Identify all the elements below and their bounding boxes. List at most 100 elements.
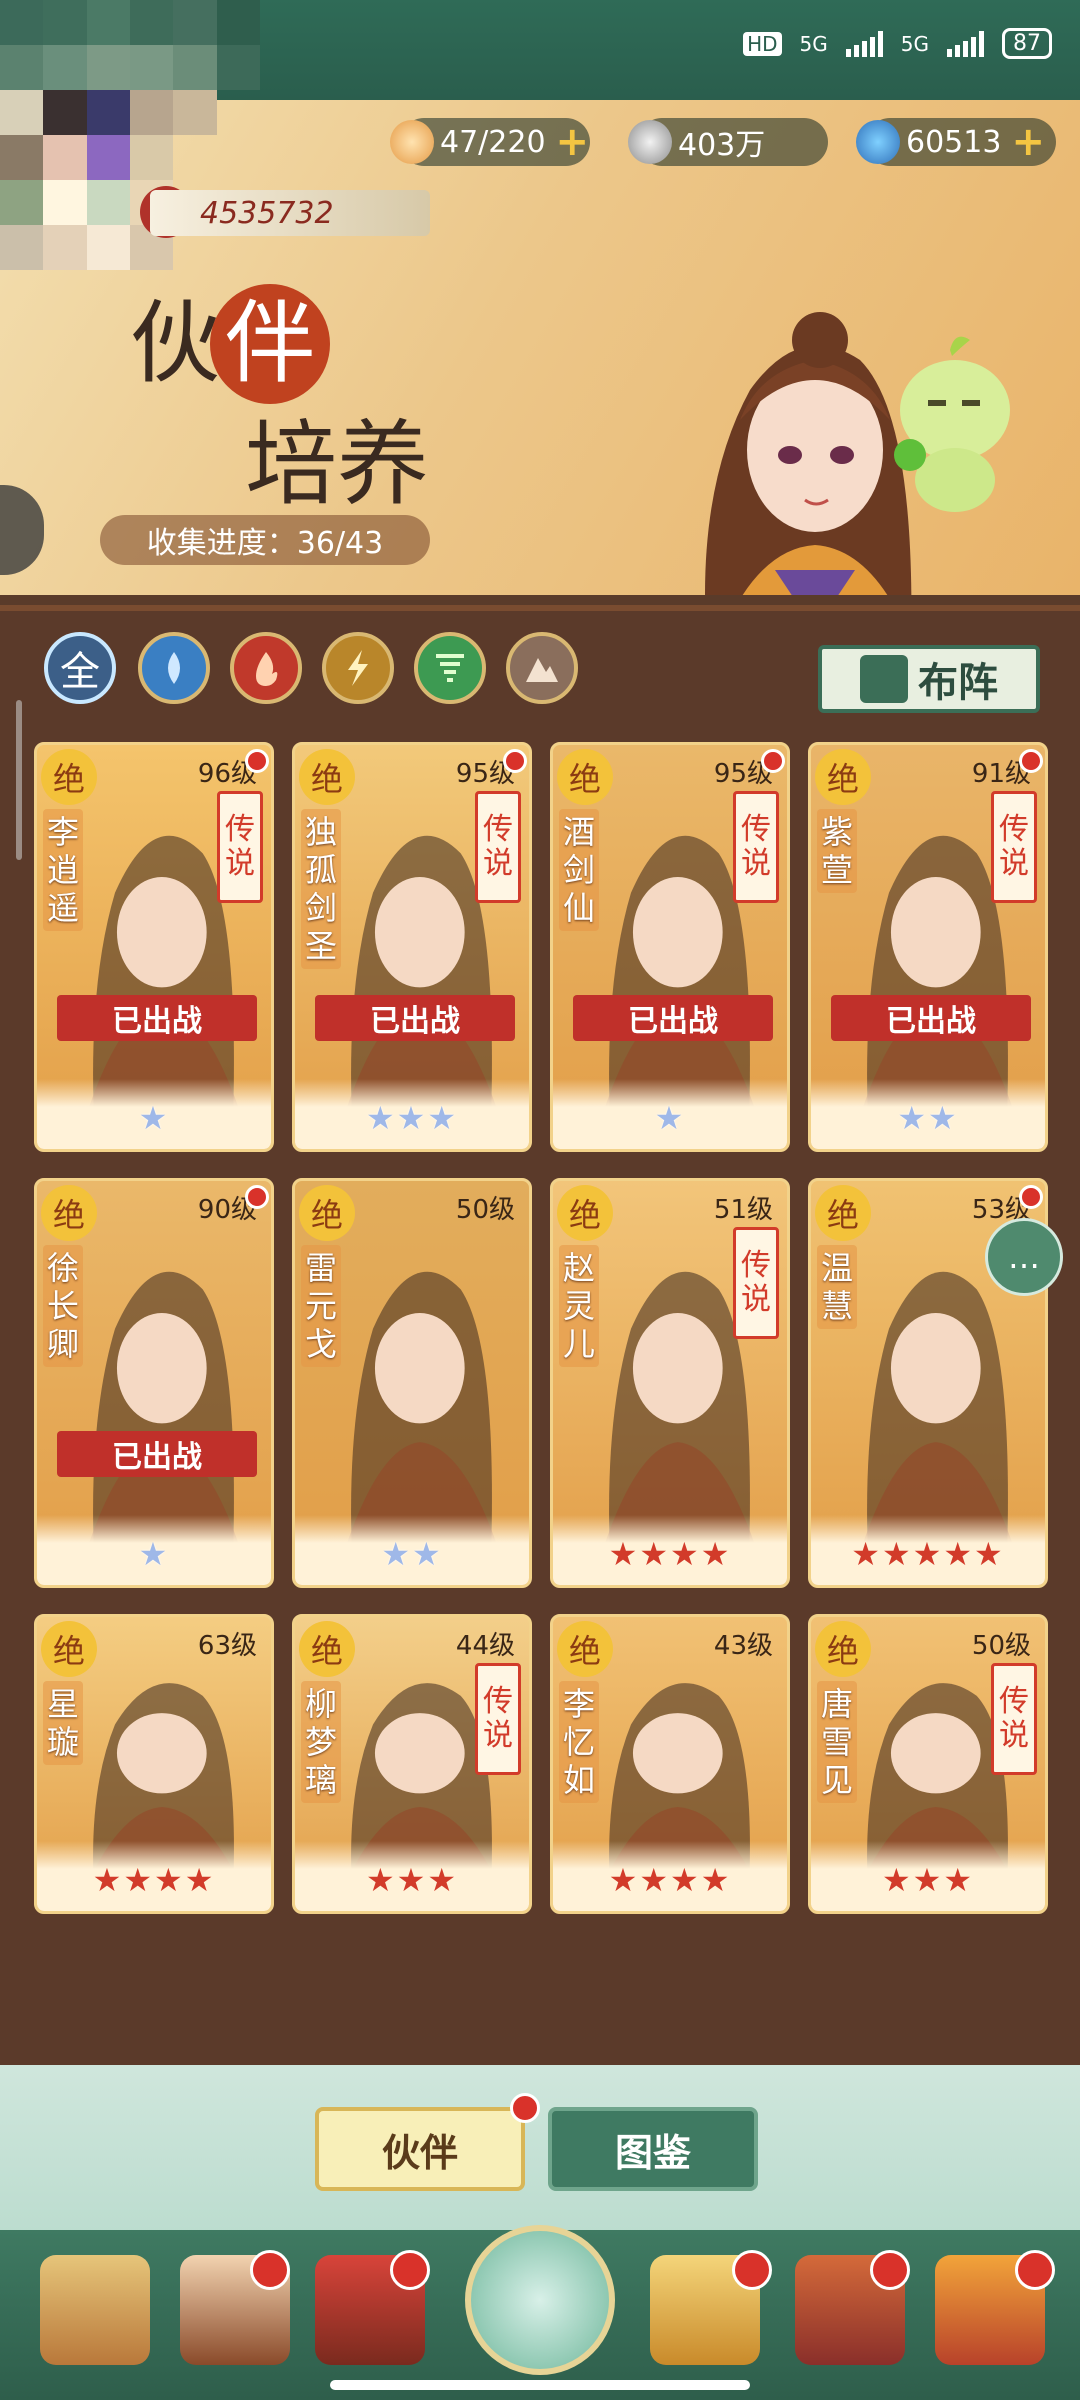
companion-name: 徐长卿 bbox=[43, 1245, 83, 1367]
battery-indicator: 87 bbox=[1002, 28, 1052, 59]
home-orb-icon[interactable] bbox=[465, 2225, 615, 2375]
companion-card[interactable]: 绝 50级 唐雪见 传说 ★★★ bbox=[808, 1614, 1048, 1914]
companion-name: 唐雪见 bbox=[817, 1681, 857, 1803]
notification-dot bbox=[1019, 1185, 1043, 1209]
scrollbar[interactable] bbox=[16, 700, 22, 860]
lineup-button[interactable]: 布阵 bbox=[818, 645, 1040, 713]
deployed-badge: 已出战 bbox=[573, 995, 773, 1041]
tier-badge: 绝 bbox=[299, 749, 355, 805]
tornado-icon bbox=[436, 654, 464, 682]
star-rating: ★★★ bbox=[365, 1861, 459, 1899]
companion-card[interactable]: 绝 51级 赵灵儿 传说 ★★★★ bbox=[550, 1178, 790, 1588]
notification-dot bbox=[870, 2250, 910, 2290]
companion-card[interactable]: 绝 90级 徐长卿 已出战 ★ bbox=[34, 1178, 274, 1588]
filter-thunder-button[interactable] bbox=[322, 632, 394, 704]
home-indicator[interactable] bbox=[330, 2380, 750, 2390]
gem-value: 60513 bbox=[906, 124, 1002, 160]
level-label: 63级 bbox=[197, 1631, 257, 1661]
filter-fire-button[interactable] bbox=[230, 632, 302, 704]
tier-badge: 绝 bbox=[815, 1621, 871, 1677]
camera-side-button[interactable] bbox=[0, 485, 44, 575]
chat-bubble-icon[interactable]: … bbox=[985, 1218, 1063, 1296]
filter-all-label: 全 bbox=[60, 649, 100, 695]
mountain-icon bbox=[526, 658, 558, 682]
title-char-1: 伙 bbox=[130, 291, 220, 396]
tab-companion[interactable]: 伙伴 bbox=[315, 2107, 525, 2191]
level-label: 51级 bbox=[713, 1195, 773, 1225]
companion-name: 雷元戈 bbox=[301, 1245, 341, 1367]
legend-badge: 传说 bbox=[475, 1663, 521, 1775]
notification-dot bbox=[732, 2250, 772, 2290]
filter-wind-button[interactable] bbox=[414, 632, 486, 704]
collection-progress: 收集进度：36/43 bbox=[100, 515, 430, 565]
companion-card[interactable]: 绝 50级雷元戈 ★★ bbox=[292, 1178, 532, 1588]
notification-dot bbox=[245, 749, 269, 773]
coin-resource[interactable]: 403万 bbox=[628, 118, 828, 166]
star-rating: ★★ bbox=[897, 1099, 959, 1137]
deployed-badge: 已出战 bbox=[315, 995, 515, 1041]
filter-water-button[interactable] bbox=[138, 632, 210, 704]
hd-indicator: HD bbox=[743, 31, 782, 56]
legend-badge: 传说 bbox=[991, 1663, 1037, 1775]
notification-dot bbox=[503, 749, 527, 773]
level-label: 50级 bbox=[455, 1195, 515, 1225]
tier-badge: 绝 bbox=[299, 1621, 355, 1677]
companion-card[interactable]: 绝 95级 独孤剑圣 传说 已出战 ★★★ bbox=[292, 742, 532, 1152]
star-rating: ★ bbox=[138, 1099, 170, 1137]
companion-card[interactable]: 绝 43级 李忆如 ★★★★ bbox=[550, 1614, 790, 1914]
star-rating: ★ bbox=[138, 1535, 170, 1573]
network-label-1: 5G bbox=[799, 31, 828, 56]
legend-badge: 传说 bbox=[475, 791, 521, 903]
combat-power: 4535732 bbox=[150, 190, 430, 236]
companion-card[interactable]: 绝 95级 酒剑仙 传说 已出战 ★ bbox=[550, 742, 790, 1152]
tier-badge: 绝 bbox=[557, 749, 613, 805]
gem-icon bbox=[856, 120, 900, 164]
companion-name: 赵灵儿 bbox=[559, 1245, 599, 1367]
star-rating: ★★★★ bbox=[608, 1861, 732, 1899]
pet-sprite-illustration bbox=[894, 336, 1010, 512]
notification-dot bbox=[250, 2250, 290, 2290]
companion-card[interactable]: 绝 44级 柳梦璃 传说 ★★★ bbox=[292, 1614, 532, 1914]
tier-badge: 绝 bbox=[815, 1185, 871, 1241]
gem-resource[interactable]: 60513 + bbox=[856, 118, 1056, 166]
stamina-value: 47/220 bbox=[440, 124, 546, 160]
combat-power-value: 4535732 bbox=[200, 195, 334, 231]
tier-badge: 绝 bbox=[815, 749, 871, 805]
notification-dot bbox=[1019, 749, 1043, 773]
stamina-resource[interactable]: 47/220 + bbox=[390, 118, 590, 166]
companion-card[interactable]: 绝 96级 李逍遥 传说 已出战 ★ bbox=[34, 742, 274, 1152]
notification-dot bbox=[761, 749, 785, 773]
star-rating: ★★ bbox=[381, 1535, 443, 1573]
star-rating: ★★★★★ bbox=[851, 1535, 1005, 1573]
level-label: 43级 bbox=[713, 1631, 773, 1661]
companion-card[interactable]: 绝 63级 星璇 ★★★★ bbox=[34, 1614, 274, 1914]
tab-codex[interactable]: 图鉴 bbox=[548, 2107, 758, 2191]
scroll-map-icon[interactable] bbox=[40, 2255, 150, 2365]
tier-badge: 绝 bbox=[299, 1185, 355, 1241]
deployed-badge: 已出战 bbox=[57, 995, 257, 1041]
notification-dot bbox=[390, 2250, 430, 2290]
companion-name: 紫萱 bbox=[817, 809, 857, 893]
star-rating: ★★★ bbox=[881, 1861, 975, 1899]
deployed-badge: 已出战 bbox=[57, 1431, 257, 1477]
title-char-2: 伴 bbox=[210, 284, 330, 404]
tier-badge: 绝 bbox=[41, 1185, 97, 1241]
star-rating: ★★★ bbox=[365, 1099, 459, 1137]
coin-value: 403万 bbox=[678, 128, 766, 163]
companion-card[interactable]: 绝 91级 紫萱 传说 已出战 ★★ bbox=[808, 742, 1048, 1152]
companion-name: 独孤剑圣 bbox=[301, 809, 341, 969]
add-stamina-button[interactable]: + bbox=[556, 119, 590, 165]
add-gem-button[interactable]: + bbox=[1011, 119, 1045, 165]
legend-badge: 传说 bbox=[217, 791, 263, 903]
deployed-badge: 已出战 bbox=[831, 995, 1031, 1041]
legend-badge: 传说 bbox=[733, 1227, 779, 1339]
tier-badge: 绝 bbox=[41, 749, 97, 805]
network-label-2: 5G bbox=[900, 31, 929, 56]
tier-badge: 绝 bbox=[41, 1621, 97, 1677]
flame-icon bbox=[256, 652, 278, 686]
tier-badge: 绝 bbox=[557, 1185, 613, 1241]
companion-name: 酒剑仙 bbox=[559, 809, 599, 931]
filter-all-button[interactable]: 全 bbox=[44, 632, 116, 704]
filter-earth-button[interactable] bbox=[506, 632, 578, 704]
companion-name: 李逍遥 bbox=[43, 809, 83, 931]
